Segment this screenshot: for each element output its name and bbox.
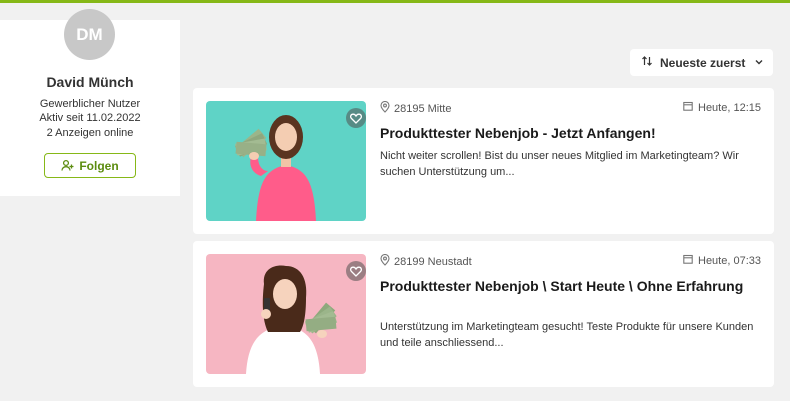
avatar[interactable]: DM [64,9,115,60]
location-text: 28199 Neustadt [394,255,472,268]
heart-icon [346,108,366,128]
ad-description: Unterstützung im Marketingteam gesucht! … [380,321,754,349]
ad-date: Heute, 12:15 [683,101,761,114]
date-text: Heute, 12:15 [698,101,761,114]
sort-dropdown[interactable]: Neueste zuerst [630,49,773,76]
follow-user-icon [61,159,74,172]
location-pin-icon [380,100,390,116]
seller-name[interactable]: David Münch [0,74,180,90]
follow-button[interactable]: Folgen [44,153,136,178]
heart-icon [346,261,366,281]
favorite-button[interactable] [346,108,366,128]
calendar-icon [683,254,693,267]
follow-label: Folgen [79,158,119,173]
ad-image[interactable] [206,101,366,221]
ad-location: 28195 Mitte [380,100,452,116]
location-pin-icon [380,253,390,269]
ad-card[interactable]: 28195 Mitte Heute, 12:15 Produkttester N… [193,88,774,234]
top-accent-bar [0,0,790,3]
ad-card[interactable]: 28199 Neustadt Heute, 07:33 Produktteste… [193,241,774,387]
favorite-button[interactable] [346,261,366,281]
ad-location: 28199 Neustadt [380,253,472,269]
ad-date: Heute, 07:33 [683,254,761,267]
user-type: Gewerblicher Nutzer [39,98,141,110]
calendar-icon [683,101,693,114]
ad-image[interactable] [206,254,366,374]
location-text: 28195 Mitte [394,102,452,115]
sort-label: Neueste zuerst [660,55,746,70]
ad-title[interactable]: Produkttester Nebenjob \ Start Heute \ O… [380,277,760,295]
ads-online-count: 2 Anzeigen online [46,127,134,139]
chevron-down-icon [754,56,764,70]
date-text: Heute, 07:33 [698,254,761,267]
ad-title[interactable]: Produkttester Nebenjob - Jetzt Anfangen! [380,124,760,142]
seller-profile-card: DM David Münch Gewerblicher Nutzer Aktiv… [0,9,180,196]
ad-description: Nicht weiter scrollen! Bist du unser neu… [380,150,739,178]
sort-arrows-icon [641,55,653,70]
active-since: Aktiv seit 11.02.2022 [39,112,141,124]
